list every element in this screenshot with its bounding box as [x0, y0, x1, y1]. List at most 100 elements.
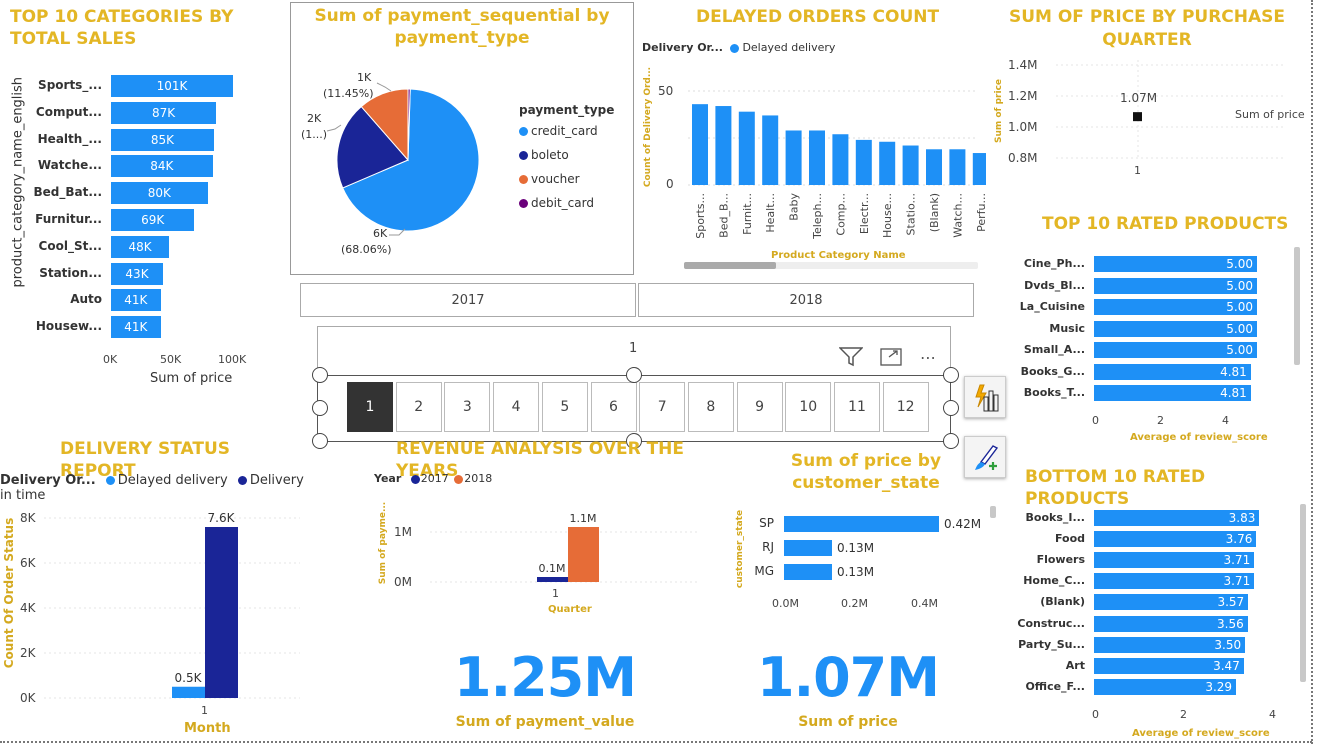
- bar-value-label: 87K: [152, 105, 176, 120]
- pie-legend-dot: [519, 127, 528, 136]
- kpi-payment-card[interactable]: 1.25M Sum of payment_value: [430, 640, 660, 740]
- top10-categories-title: TOP 10 CATEGORIES BY TOTAL SALES: [10, 7, 234, 49]
- bar-value-label: 5.00: [1226, 300, 1253, 314]
- month-button-2[interactable]: 2: [395, 382, 442, 432]
- delayed-orders-visual[interactable]: DELAYED ORDERS COUNT Delivery Or... Dela…: [636, 0, 986, 275]
- pie-legend-dot: [519, 199, 528, 208]
- state-bar[interactable]: [784, 564, 832, 580]
- payment-pie-visual[interactable]: Sum of payment_sequential by payment_typ…: [290, 2, 634, 275]
- delivery-bar-1: [205, 527, 238, 698]
- year-2017-button[interactable]: 2017: [300, 283, 636, 317]
- month-button-11[interactable]: 11: [834, 382, 880, 432]
- top10-xtick-1: 50K: [160, 353, 182, 366]
- bar-category-label: Music: [1049, 321, 1085, 335]
- bar-value-label: 84K: [150, 159, 174, 174]
- delayed-xtick: Teleph...: [811, 193, 824, 240]
- resize-handle-tr[interactable]: [943, 367, 959, 383]
- month-button-5[interactable]: 5: [541, 382, 588, 432]
- state-vscroll[interactable]: [990, 506, 996, 518]
- pie-legend-label: credit_card: [531, 124, 598, 138]
- focus-mode-icon[interactable]: [880, 348, 902, 370]
- delayed-bar: [738, 111, 755, 185]
- bar-value-label: 5.00: [1226, 343, 1253, 357]
- top10-categories-visual[interactable]: TOP 10 CATEGORIES BY TOTAL SALES product…: [0, 0, 290, 400]
- delayed-bar: [762, 115, 779, 185]
- more-options-icon[interactable]: ⋯: [920, 348, 936, 367]
- quick-insights-icon: [972, 383, 1000, 417]
- bar-value-label: 3.50: [1214, 637, 1242, 652]
- bar-value-label: 3.57: [1217, 595, 1245, 610]
- delivery-status-visual[interactable]: DELIVERY STATUS REPORT Delivery Or... De…: [0, 436, 310, 742]
- bottom-rated-vscroll[interactable]: [1300, 504, 1306, 682]
- bottom-rated-xtick-2: 4: [1269, 708, 1276, 721]
- month-button-10[interactable]: 10: [785, 382, 832, 432]
- pie-legend-item: voucher: [519, 172, 598, 186]
- pie-label-6k: 6K: [373, 227, 388, 240]
- year-2018-button[interactable]: 2018: [638, 283, 974, 317]
- bottom-rated-visual[interactable]: BOTTOM 10 RATED PRODUCTS Books_I... 3.83 F…: [1010, 458, 1310, 742]
- month-button-9[interactable]: 9: [736, 382, 783, 432]
- month-button-12[interactable]: 12: [882, 382, 929, 432]
- resize-handle-tl[interactable]: [312, 367, 328, 383]
- quarter-point: [1133, 112, 1142, 122]
- revenue-visual[interactable]: REVENUE ANALYSIS OVER THE YEARS Year 201…: [370, 436, 710, 626]
- resize-handle-tm[interactable]: [626, 367, 642, 383]
- top10-xaxis-label: Sum of price: [150, 371, 233, 386]
- resize-handle-br[interactable]: [943, 433, 959, 449]
- quarter-price-visual[interactable]: SUM OF PRICE BY PURCHASE QUARTER Sum of …: [986, 0, 1308, 200]
- month-slicer-header: 1: [629, 341, 638, 356]
- state-bar[interactable]: [784, 540, 832, 556]
- bar-value-label: 4.81: [1220, 364, 1247, 379]
- state-title-line1: Sum of price by: [790, 451, 942, 471]
- top-rated-vscroll[interactable]: [1294, 247, 1300, 365]
- delivery-xaxis-label: Month: [184, 721, 231, 736]
- quick-insights-button[interactable]: [964, 376, 1006, 418]
- bar-category-label: Food: [1054, 532, 1085, 546]
- bar-category-label: Bed_Bat...: [33, 185, 102, 200]
- pie-legend-label: debit_card: [531, 196, 594, 210]
- bar-category-label: Cine_Ph...: [1023, 257, 1085, 270]
- month-button-6[interactable]: 6: [590, 382, 637, 432]
- kpi-payment-label: Sum of payment_value: [455, 714, 635, 730]
- bar-category-label: Cool_St...: [38, 238, 102, 253]
- bar-category-label: Books_G...: [1020, 364, 1085, 378]
- bar-value-label: 69K: [141, 213, 165, 227]
- state-bar[interactable]: [784, 516, 939, 532]
- month-button-4[interactable]: 4: [493, 382, 540, 432]
- resize-handle-mr[interactable]: [943, 400, 959, 416]
- delayed-xtick: Furnit...: [741, 193, 754, 235]
- resize-handle-ml[interactable]: [312, 400, 328, 416]
- delayed-bar: [879, 141, 896, 185]
- filter-icon[interactable]: [838, 347, 864, 371]
- bar-value-label: 48K: [128, 239, 152, 254]
- revenue-xaxis-label: Quarter: [548, 604, 592, 615]
- bar-category-label: Furnitur...: [35, 212, 102, 226]
- pie-legend-dot: [519, 175, 528, 184]
- delayed-xtick: Healt...: [764, 193, 777, 233]
- top-rated-visual[interactable]: TOP 10 RATED PRODUCTS Cine_Ph... 5.00 Dvds…: [1010, 205, 1310, 447]
- bar-category-label: Housew...: [35, 319, 102, 334]
- delayed-bar: [832, 134, 849, 185]
- bar-category-label: Auto: [70, 292, 102, 307]
- resize-handle-bl[interactable]: [312, 433, 328, 449]
- revenue-bars: 0.1M 1.1M: [430, 512, 700, 583]
- kpi-price-card[interactable]: 1.07M Sum of price: [733, 640, 963, 740]
- bar-value-label: 3.71: [1223, 574, 1251, 589]
- top-rated-xtick-2: 4: [1222, 414, 1229, 427]
- state-price-visual[interactable]: Sum of price by customer_state customer_…: [730, 448, 1000, 618]
- pie-legend-item: credit_card: [519, 124, 598, 138]
- delayed-bar: [785, 130, 802, 185]
- state-bar-value: 0.13M: [836, 565, 875, 579]
- bar-category-label: Art: [1065, 658, 1085, 672]
- month-button-3[interactable]: 3: [444, 382, 491, 432]
- month-button-1[interactable]: 1: [347, 382, 393, 432]
- pie-legend-label: voucher: [531, 172, 580, 186]
- delivery-xtick: 1: [201, 704, 208, 717]
- revenue-xtick: 1: [552, 587, 559, 600]
- bar-value-label: 5.00: [1226, 321, 1253, 336]
- month-button-7[interactable]: 7: [639, 382, 686, 432]
- month-button-8[interactable]: 8: [687, 382, 734, 432]
- delayed-hscroll-thumb[interactable]: [684, 262, 776, 269]
- bar-value-label: 80K: [147, 186, 171, 201]
- top-rated-title: TOP 10 RATED PRODUCTS: [1042, 214, 1289, 234]
